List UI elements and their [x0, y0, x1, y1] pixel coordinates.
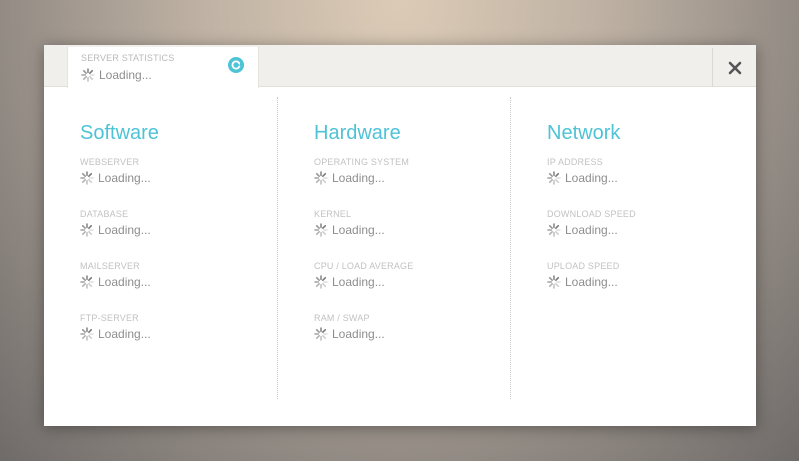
mailserver-field: MAILSERVER Loading... — [80, 261, 270, 313]
spinner-icon — [314, 327, 328, 341]
spinner-icon — [547, 171, 561, 185]
network-heading: Network — [547, 122, 621, 144]
tab-status: Loading... — [81, 68, 152, 82]
field-value: Loading... — [547, 221, 737, 239]
spinner-icon — [80, 275, 94, 289]
field-label: DOWNLOAD SPEED — [547, 209, 636, 219]
field-label: DATABASE — [80, 209, 129, 219]
field-value-text: Loading... — [98, 327, 151, 341]
field-value-text: Loading... — [332, 223, 385, 237]
field-value: Loading... — [80, 273, 270, 291]
field-value-text: Loading... — [98, 275, 151, 289]
upload-speed-field: UPLOAD SPEED Loading... — [547, 261, 737, 313]
field-value-text: Loading... — [98, 223, 151, 237]
field-value: Loading... — [547, 169, 737, 187]
spinner-icon — [80, 171, 94, 185]
field-label: IP ADDRESS — [547, 157, 603, 167]
cpu-load-average-field: CPU / LOAD AVERAGE Loading... — [314, 261, 504, 313]
network-section: Network IP ADDRESS Loading... DOWNLOAD S… — [547, 122, 737, 313]
hardware-heading: Hardware — [314, 122, 401, 144]
download-speed-field: DOWNLOAD SPEED Loading... — [547, 209, 737, 261]
ip-address-field: IP ADDRESS Loading... — [547, 157, 737, 209]
hardware-section: Hardware OPERATING SYSTEM Loading... KER… — [314, 122, 504, 365]
field-value: Loading... — [314, 273, 504, 291]
field-value-text: Loading... — [332, 171, 385, 185]
column-divider — [277, 97, 278, 399]
ftp-server-field: FTP-SERVER Loading... — [80, 313, 270, 365]
field-value-text: Loading... — [565, 275, 618, 289]
field-value-text: Loading... — [98, 171, 151, 185]
tab-server-statistics[interactable]: SERVER STATISTICS Loading... — [67, 47, 259, 88]
spinner-icon — [547, 275, 561, 289]
field-label: MAILSERVER — [80, 261, 140, 271]
close-button[interactable] — [712, 48, 756, 87]
field-value-text: Loading... — [565, 223, 618, 237]
field-label: FTP-SERVER — [80, 313, 139, 323]
field-label: KERNEL — [314, 209, 352, 219]
spinner-icon — [80, 327, 94, 341]
field-value: Loading... — [80, 221, 270, 239]
field-value: Loading... — [547, 273, 737, 291]
spinner-icon — [314, 275, 328, 289]
spinner-icon — [547, 223, 561, 237]
spinner-icon — [314, 223, 328, 237]
field-value: Loading... — [314, 325, 504, 343]
refresh-icon[interactable] — [228, 57, 244, 73]
field-value: Loading... — [80, 325, 270, 343]
close-icon — [728, 61, 741, 74]
field-label: WEBSERVER — [80, 157, 140, 167]
spinner-icon — [314, 171, 328, 185]
spinner-icon — [81, 68, 95, 82]
kernel-field: KERNEL Loading... — [314, 209, 504, 261]
field-value: Loading... — [80, 169, 270, 187]
software-section: Software WEBSERVER Loading... DATABASE L… — [80, 122, 270, 365]
tab-title: SERVER STATISTICS — [81, 53, 175, 63]
field-value-text: Loading... — [332, 327, 385, 341]
field-value-text: Loading... — [565, 171, 618, 185]
field-value: Loading... — [314, 169, 504, 187]
field-label: OPERATING SYSTEM — [314, 157, 410, 167]
spinner-icon — [80, 223, 94, 237]
operating-system-field: OPERATING SYSTEM Loading... — [314, 157, 504, 209]
field-value: Loading... — [314, 221, 504, 239]
field-label: UPLOAD SPEED — [547, 261, 620, 271]
column-divider — [510, 97, 511, 399]
database-field: DATABASE Loading... — [80, 209, 270, 261]
field-label: CPU / LOAD AVERAGE — [314, 261, 414, 271]
ram-swap-field: RAM / SWAP Loading... — [314, 313, 504, 365]
tab-status-text: Loading... — [99, 68, 152, 82]
software-heading: Software — [80, 122, 159, 144]
field-value-text: Loading... — [332, 275, 385, 289]
server-statistics-window: SERVER STATISTICS Loading... Software WE… — [44, 45, 756, 426]
window-topbar: SERVER STATISTICS Loading... — [44, 45, 756, 88]
webserver-field: WEBSERVER Loading... — [80, 157, 270, 209]
field-label: RAM / SWAP — [314, 313, 370, 323]
